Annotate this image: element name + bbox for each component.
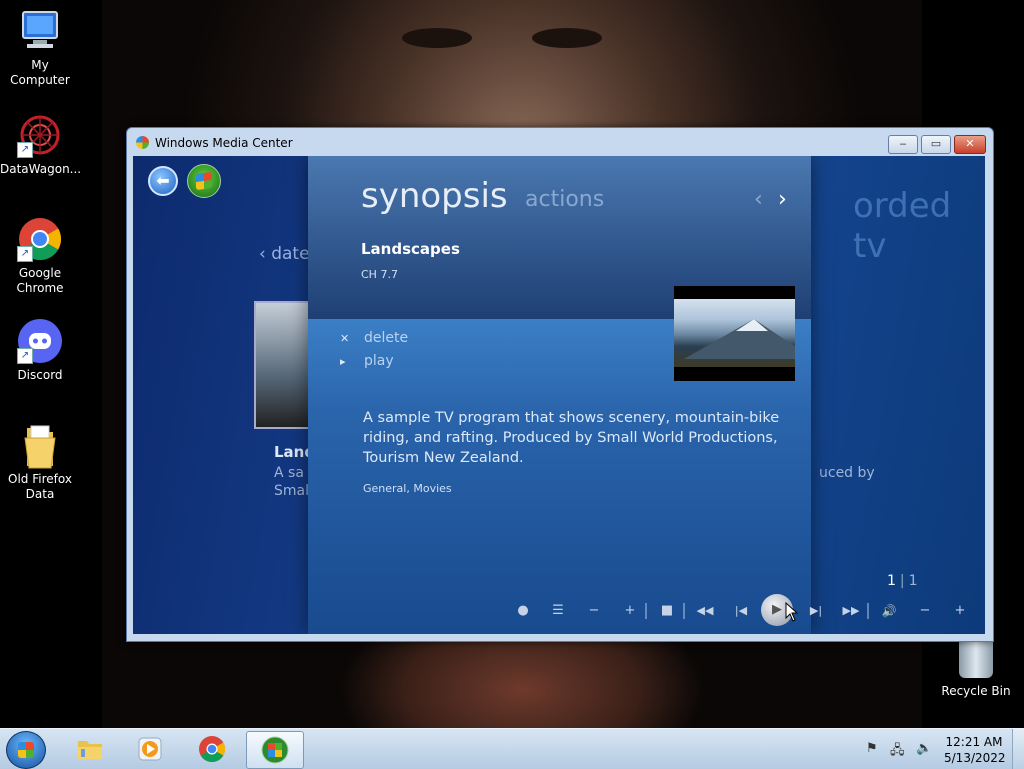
mountain-landscape-image xyxy=(674,299,795,367)
back-arrow-icon[interactable]: ⬅ xyxy=(148,166,178,196)
channel-up-button[interactable]: + xyxy=(618,596,642,626)
taskbar: ⚑ 🖧 🔈 12:21 AM 5/13/2022 xyxy=(0,728,1024,769)
media-center-app-icon xyxy=(136,136,149,149)
program-channel: CH 7.7 xyxy=(361,268,398,281)
wallpaper-eye xyxy=(402,28,472,48)
program-title: Landscapes xyxy=(361,240,460,258)
desktop-icon-label: Old Firefox Data xyxy=(8,472,72,501)
taskbar-explorer-button[interactable] xyxy=(62,731,118,767)
program-thumbnail xyxy=(674,286,795,381)
datawagon-icon: ↗ xyxy=(17,112,63,158)
shortcut-arrow-icon: ↗ xyxy=(17,348,33,364)
record-button[interactable]: ● xyxy=(511,596,535,626)
transport-controls: ● ☰ − + ■ ◀◀ |◀ ▶ ▶| ▶▶ 🔊 − + xyxy=(511,594,981,626)
transport-divider xyxy=(645,603,647,619)
skip-forward-button[interactable]: ▶| xyxy=(804,596,828,626)
folder-icon xyxy=(78,741,102,759)
tab-actions[interactable]: actions xyxy=(525,187,604,212)
date-sort-link[interactable]: ‹ date xyxy=(259,244,310,264)
action-label: delete xyxy=(364,330,409,346)
action-play[interactable]: ▸ play xyxy=(340,353,394,369)
media-center-window: Windows Media Center ‒ ▭ ✕ ⬅ orded tv ‹ … xyxy=(126,127,994,642)
chrome-icon: ↗ xyxy=(17,216,63,262)
skip-back-button[interactable]: |◀ xyxy=(729,596,753,626)
guide-button[interactable]: ☰ xyxy=(546,596,570,626)
page-total: 1 xyxy=(908,573,918,589)
rewind-button[interactable]: ◀◀ xyxy=(693,596,717,626)
start-button[interactable] xyxy=(6,731,46,769)
window-titlebar[interactable]: Windows Media Center ‒ ▭ ✕ xyxy=(127,128,993,156)
windows-logo-icon xyxy=(18,742,34,758)
desktop-icon-label: Recycle Bin xyxy=(941,684,1011,698)
desktop-icon-old-firefox-data[interactable]: Old Firefox Data xyxy=(0,422,80,502)
action-center-flag-icon[interactable]: ⚑ xyxy=(866,741,878,756)
show-desktop-button[interactable] xyxy=(1012,729,1024,769)
discord-icon: ↗ xyxy=(17,318,63,364)
window-title: Windows Media Center xyxy=(155,136,293,150)
media-center-icon xyxy=(261,736,289,764)
next-arrow-icon[interactable]: › xyxy=(778,187,787,212)
page-indicator: 1 | 1 xyxy=(887,573,918,589)
recycle-bin-icon xyxy=(959,640,993,678)
minimize-button[interactable]: ‒ xyxy=(888,135,918,154)
taskbar-media-center-button[interactable] xyxy=(246,731,304,769)
shortcut-arrow-icon: ↗ xyxy=(17,246,33,262)
volume-down-button[interactable]: − xyxy=(913,596,937,626)
network-icon[interactable]: 🖧 xyxy=(890,741,905,763)
taskbar-chrome-button[interactable] xyxy=(184,731,240,767)
wallpaper-eye xyxy=(532,28,602,48)
desktop-icon-datawagon[interactable]: ↗ DataWagon... xyxy=(0,112,82,177)
desktop-icon-label: My Computer xyxy=(10,58,70,87)
synopsis-panel: synopsis actions ‹ › Landscapes CH 7.7 ✕… xyxy=(308,156,811,634)
transport-divider xyxy=(867,603,869,619)
desktop-icon-google-chrome[interactable]: ↗ Google Chrome xyxy=(0,216,80,296)
mouse-cursor-icon xyxy=(785,602,799,622)
desktop-icon-label: DataWagon... xyxy=(0,162,82,176)
date-sort-label: date xyxy=(271,244,310,264)
desktop-icon-discord[interactable]: ↗ Discord xyxy=(0,318,80,383)
program-description: A sample TV program that shows scenery, … xyxy=(363,410,780,466)
play-triangle-icon: ▸ xyxy=(340,355,346,368)
tab-synopsis[interactable]: synopsis xyxy=(361,176,508,216)
clock-time: 12:21 AM xyxy=(945,735,1003,749)
desktop-icon-recycle-bin[interactable]: Recycle Bin xyxy=(936,640,1016,698)
close-button[interactable]: ✕ xyxy=(954,135,986,154)
desktop-icon-my-computer[interactable]: My Computer xyxy=(0,8,80,88)
volume-up-button[interactable]: + xyxy=(948,596,972,626)
desktop-icon-label: Discord xyxy=(17,368,63,382)
media-center-content: ⬅ orded tv ‹ date Land A sa Small uced b… xyxy=(133,156,985,634)
volume-icon[interactable]: 🔈 xyxy=(916,741,932,756)
delete-x-icon: ✕ xyxy=(340,332,350,345)
program-genres: General, Movies xyxy=(363,482,452,495)
page-separator: | xyxy=(899,573,905,589)
maximize-button[interactable]: ▭ xyxy=(921,135,951,154)
computer-icon xyxy=(17,8,63,54)
stop-button[interactable]: ■ xyxy=(655,596,679,626)
background-recording-thumbnail[interactable] xyxy=(254,301,316,429)
action-delete[interactable]: ✕ delete xyxy=(340,330,408,346)
desktop-icon-label: Google Chrome xyxy=(16,266,64,295)
taskbar-clock[interactable]: 12:21 AM 5/13/2022 xyxy=(944,734,1006,766)
snow-cap-shape xyxy=(736,319,768,331)
chrome-icon xyxy=(199,736,226,763)
background-description-fragment: uced by xyxy=(819,465,875,481)
folder-icon xyxy=(17,422,63,469)
transport-divider xyxy=(683,603,685,619)
action-label: play xyxy=(364,353,394,369)
previous-arrow-icon[interactable]: ‹ xyxy=(754,187,763,212)
media-player-icon xyxy=(138,737,162,761)
windows-logo-icon xyxy=(196,171,212,191)
background-page-title: orded tv xyxy=(853,186,952,266)
page-current: 1 xyxy=(887,573,896,589)
taskbar-media-player-button[interactable] xyxy=(122,731,178,767)
fast-forward-button[interactable]: ▶▶ xyxy=(839,596,863,626)
shortcut-arrow-icon: ↗ xyxy=(17,142,33,158)
media-center-start-button[interactable] xyxy=(187,164,221,198)
clock-date: 5/13/2022 xyxy=(944,751,1006,765)
channel-down-button[interactable]: − xyxy=(582,596,606,626)
mute-button[interactable]: 🔊 xyxy=(877,596,901,626)
